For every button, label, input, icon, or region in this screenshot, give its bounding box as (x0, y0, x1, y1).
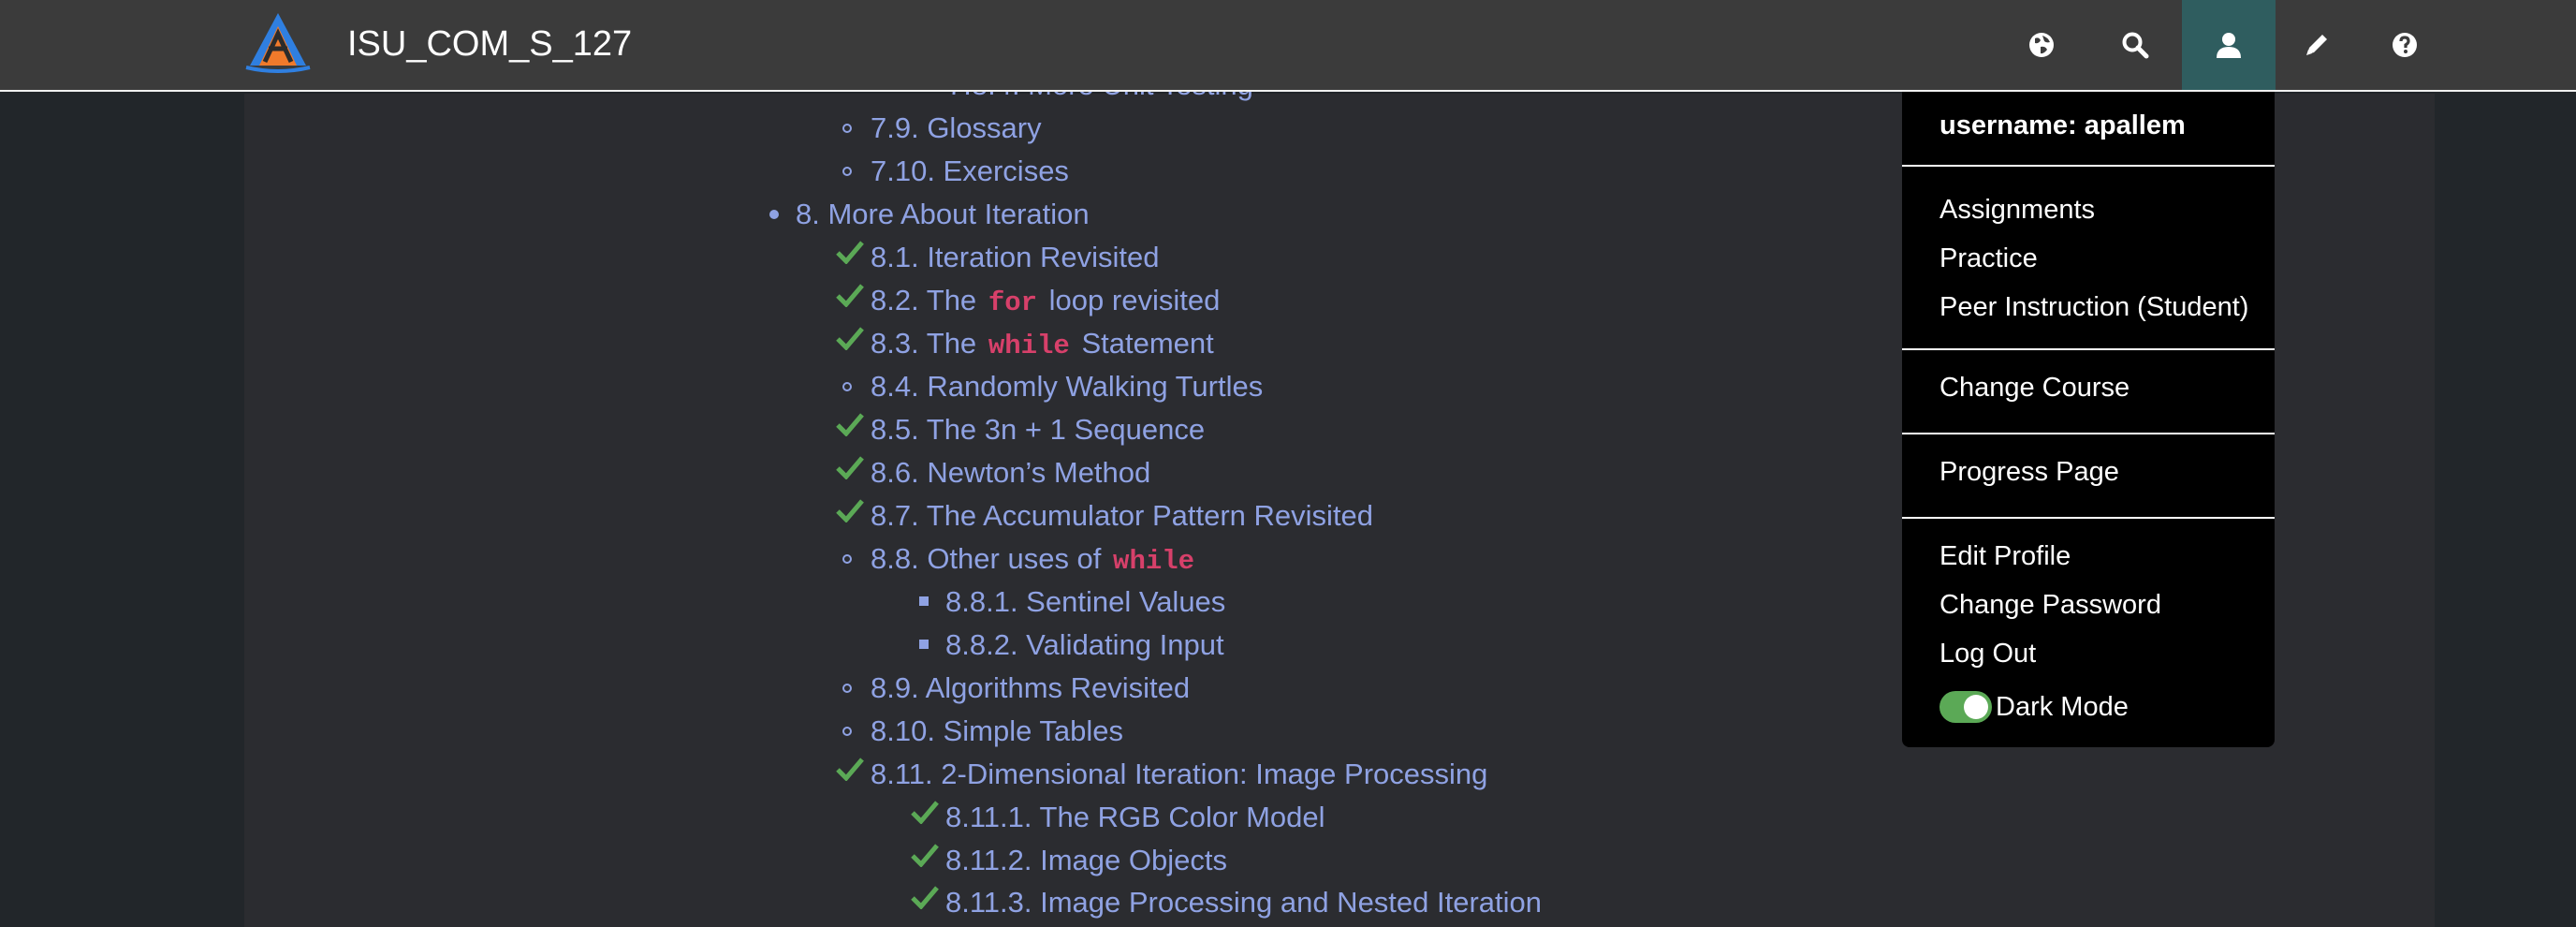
disc-bullet (769, 210, 779, 219)
toc-item-label: 8.3. The (871, 327, 977, 360)
toc-item-8-8-1[interactable]: 8.8.1. Sentinel Values (945, 581, 1225, 624)
search-icon (2122, 32, 2149, 59)
toc-item-8-11-3[interactable]: 8.11.3. Image Processing and Nested Iter… (945, 881, 1542, 924)
toc-item-8-5[interactable]: 8.5. The 3n + 1 Sequence (871, 408, 1205, 451)
square-bullet (919, 640, 929, 649)
user-icon (2217, 33, 2241, 58)
search-button[interactable] (2090, 0, 2180, 90)
toc-item-7-10[interactable]: 7.10. Exercises (871, 150, 1069, 193)
toc-item-8-8[interactable]: 8.8. Other uses of while (871, 537, 1198, 581)
check-icon (836, 758, 864, 781)
check-icon (911, 844, 939, 867)
check-icon (836, 327, 864, 350)
code-keyword: while (988, 331, 1070, 361)
course-title[interactable]: ISU_COM_S_127 (347, 21, 632, 67)
toc-item-label: Statement (1081, 327, 1214, 360)
dark-mode-toggle[interactable] (1939, 691, 1992, 723)
toc-item-8-2[interactable]: 8.2. The for loop revisited (871, 279, 1220, 322)
toc-item-8[interactable]: 8. More About Iteration (796, 193, 1090, 236)
toc-item-8-11[interactable]: 8.11. 2-Dimensional Iteration: Image Pro… (871, 753, 1487, 796)
menu-divider (1902, 517, 2275, 519)
runestone-logo[interactable] (241, 9, 315, 73)
check-icon (836, 284, 864, 307)
toc-item-label: 8.8. Other uses of (871, 542, 1102, 575)
toc-item-8-10[interactable]: 8.10. Simple Tables (871, 710, 1123, 753)
menu-item-edit-profile[interactable]: Edit Profile (1939, 537, 2071, 575)
username-label: username: apallem (1939, 110, 2186, 140)
globe-icon (2029, 33, 2054, 57)
toc-item-label: 8.2. The (871, 284, 977, 316)
help-icon (2393, 33, 2417, 57)
toc-item-7-9[interactable]: 7.9. Glossary (871, 107, 1042, 150)
menu-item-log-out[interactable]: Log Out (1939, 635, 2036, 672)
help-button[interactable] (2360, 0, 2450, 90)
instructor-button[interactable] (2272, 0, 2362, 90)
menu-item-peer-instruction[interactable]: Peer Instruction (Student) (1939, 288, 2248, 326)
menu-item-change-course[interactable]: Change Course (1939, 369, 2130, 406)
pencil-icon (2306, 35, 2327, 55)
circle-bullet (842, 382, 852, 391)
toc-item-8-1[interactable]: 8.1. Iteration Revisited (871, 236, 1159, 279)
user-dropdown-menu: username: apallem Assignments Practice P… (1902, 92, 2275, 747)
toc-item-8-11-1[interactable]: 8.11.1. The RGB Color Model (945, 796, 1325, 839)
toc-item-8-7[interactable]: 8.7. The Accumulator Pattern Revisited (871, 494, 1373, 537)
toc-item-8-6[interactable]: 8.6. Newton’s Method (871, 451, 1150, 494)
menu-item-progress-page[interactable]: Progress Page (1939, 453, 2119, 491)
toc-item-8-9[interactable]: 8.9. Algorithms Revisited (871, 667, 1190, 710)
dark-mode-label: Dark Mode (1996, 692, 2129, 722)
menu-divider (1902, 348, 2275, 350)
toggle-knob (1964, 695, 1988, 719)
circle-bullet (842, 554, 852, 564)
circle-bullet (842, 684, 852, 693)
toc-item-8-4[interactable]: 8.4. Randomly Walking Turtles (871, 365, 1263, 408)
circle-bullet (842, 124, 852, 133)
toc-item-8-8-2[interactable]: 8.8.2. Validating Input (945, 624, 1224, 667)
check-icon (836, 499, 864, 522)
menu-divider (1902, 433, 2275, 434)
check-icon (911, 801, 939, 824)
library-button[interactable] (1997, 0, 2086, 90)
toc-item-label: loop revisited (1048, 284, 1221, 316)
toc-item-8-11-2[interactable]: 8.11.2. Image Objects (945, 839, 1227, 882)
check-icon (911, 886, 939, 909)
top-navbar: ISU_COM_S_127 (0, 0, 2576, 92)
check-icon (836, 456, 864, 479)
circle-bullet (842, 167, 852, 176)
menu-item-change-password[interactable]: Change Password (1939, 586, 2161, 624)
code-keyword: for (988, 287, 1038, 318)
circle-bullet (842, 727, 852, 736)
user-menu-button[interactable] (2182, 0, 2276, 90)
code-keyword: while (1113, 546, 1195, 577)
check-icon (836, 241, 864, 264)
menu-item-assignments[interactable]: Assignments (1939, 191, 2095, 228)
square-bullet (919, 596, 929, 606)
menu-divider (1902, 165, 2275, 167)
check-icon (836, 413, 864, 436)
toc-item-8-3[interactable]: 8.3. The while Statement (871, 322, 1214, 365)
menu-item-practice[interactable]: Practice (1939, 240, 2038, 277)
